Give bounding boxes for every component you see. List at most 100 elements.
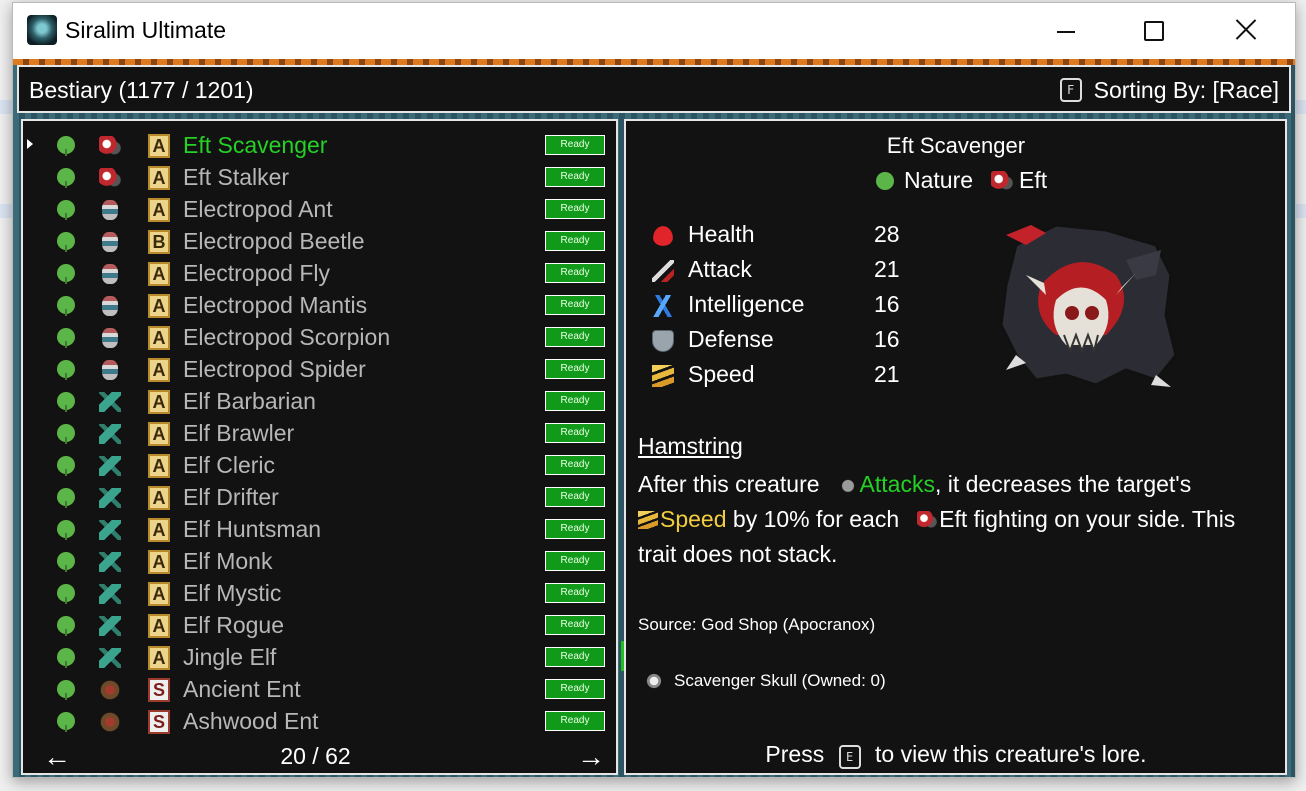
nature-icon (57, 712, 75, 732)
creature-list-item[interactable]: S Ancient Ent Ready (23, 673, 613, 705)
nature-icon (57, 136, 75, 156)
stat-value: 16 (874, 291, 900, 317)
creature-list-item[interactable]: A Eft Scavenger Ready (23, 129, 613, 161)
creature-name: Eft Scavenger (886, 133, 1026, 158)
f-key-icon: F (1059, 77, 1082, 102)
close-button[interactable] (1201, 3, 1293, 59)
creature-name: Ancient Ent (183, 676, 301, 702)
creature-race: Eft (1019, 167, 1048, 193)
creature-name: Elf Mystic (183, 580, 282, 606)
creature-name: Elf Cleric (183, 452, 276, 478)
nature-icon (57, 232, 75, 252)
creature-list-item[interactable]: A Elf Monk Ready (23, 545, 613, 577)
game-area: Bestiary (1177 / 1201) F Sorting By: [Ra… (13, 59, 1295, 777)
ent-race-icon (99, 712, 121, 732)
lore-press: Press (765, 741, 825, 767)
status-badge: Ready (545, 295, 605, 315)
maximize-button[interactable] (1107, 3, 1199, 59)
creature-list-item[interactable]: A Elf Barbarian Ready (23, 385, 613, 417)
creature-list-item[interactable]: S Ashwood Ent Ready (23, 705, 613, 737)
nature-icon (57, 360, 75, 380)
stat-health: Health 28 (652, 221, 912, 251)
electro-race-icon (102, 360, 118, 380)
eft-race-icon (991, 170, 1014, 191)
creature-name: Elf Drifter (183, 484, 279, 510)
next-page-arrow[interactable]: → (577, 741, 605, 773)
page-indicator: 20 / 62 (280, 743, 351, 769)
rank-badge: A (148, 486, 170, 510)
rank-badge: A (148, 422, 170, 446)
creature-list-item[interactable]: B Electropod Beetle Ready (23, 225, 613, 257)
elf-race-icon (99, 616, 121, 636)
rank-badge: A (148, 454, 170, 478)
nature-icon (57, 456, 75, 476)
rank-badge: A (148, 198, 170, 222)
elf-race-icon (99, 392, 121, 412)
creature-list-item[interactable]: A Elf Brawler Ready (23, 417, 613, 449)
creature-list-item[interactable]: A Electropod Fly Ready (23, 257, 613, 289)
creature-name: Electropod Scorpion (183, 324, 391, 350)
creature-name: Eft Scavenger (183, 132, 328, 158)
sort-label: Sorting By: [Race] (1093, 77, 1279, 103)
rank-badge: A (148, 134, 170, 158)
elf-race-icon (99, 520, 121, 540)
creature-list-item[interactable]: A Electropod Spider Ready (23, 353, 613, 385)
nature-icon (57, 648, 75, 668)
trait-keyword-speed: Speed (660, 506, 727, 532)
rank-badge: A (148, 390, 170, 414)
creature-list-item[interactable]: A Elf Cleric Ready (23, 449, 613, 481)
creature-list-item[interactable]: A Elf Mystic Ready (23, 577, 613, 609)
creature-name: Electropod Beetle (183, 228, 365, 254)
status-badge: Ready (545, 551, 605, 571)
nature-icon (876, 171, 894, 190)
rank-badge: A (148, 518, 170, 542)
creature-list-item[interactable]: A Electropod Mantis Ready (23, 289, 613, 321)
item-label: Scavenger Skull (Owned: 0) (674, 671, 886, 690)
skull-icon (646, 673, 662, 689)
creature-list-item[interactable]: A Elf Drifter Ready (23, 481, 613, 513)
rank-badge: S (148, 710, 170, 734)
creature-name: Jingle Elf (183, 644, 277, 670)
creature-list-item[interactable]: A Electropod Scorpion Ready (23, 321, 613, 353)
shield-icon (652, 330, 674, 352)
creature-name: Elf Rogue (183, 612, 285, 638)
trait-keyword-attacks: Attacks (859, 471, 935, 497)
material-item: Scavenger Skull (Owned: 0) (646, 671, 886, 691)
creature-name: Elf Monk (183, 548, 273, 574)
stat-value: 16 (874, 326, 900, 352)
status-badge: Ready (545, 167, 605, 187)
trait-text: , it decreases the target's (934, 471, 1192, 497)
creature-list-item[interactable]: A Electropod Ant Ready (23, 193, 613, 225)
status-badge: Ready (545, 647, 605, 667)
eft-race-icon (99, 168, 121, 188)
stat-label: Speed (688, 361, 755, 387)
elf-race-icon (99, 648, 121, 668)
bestiary-title: Bestiary (1177 / 1201) (29, 77, 254, 103)
e-key-icon[interactable]: E (838, 745, 861, 769)
electro-race-icon (102, 328, 118, 348)
nature-icon (57, 552, 75, 572)
eft-race-icon (99, 136, 121, 156)
rank-badge: A (148, 326, 170, 350)
stat-value: 21 (874, 361, 900, 387)
minimize-button[interactable] (1019, 3, 1111, 59)
creature-list-item[interactable]: A Elf Huntsman Ready (23, 513, 613, 545)
wing-icon (652, 365, 674, 387)
lightning-icon (652, 295, 674, 317)
electro-race-icon (102, 264, 118, 284)
creature-name: Electropod Mantis (183, 292, 368, 318)
app-icon (27, 15, 57, 45)
sort-control[interactable]: F Sorting By: [Race] (1059, 77, 1279, 104)
electro-race-icon (102, 200, 118, 220)
rank-badge: A (148, 614, 170, 638)
creature-list-panel: A Eft Scavenger Ready A Eft Stalker Ready A Ele… (21, 119, 626, 775)
lore-text: to view this creature's lore. (875, 741, 1147, 767)
status-badge: Ready (545, 391, 605, 411)
creature-source: Source: God Shop (Apocranox) (638, 615, 876, 634)
creature-name: Electropod Spider (183, 356, 366, 382)
nature-icon (57, 392, 75, 412)
creature-list-item[interactable]: A Jingle Elf Ready (23, 641, 613, 673)
creature-list-item[interactable]: A Eft Stalker Ready (23, 161, 613, 193)
creature-list-item[interactable]: A Elf Rogue Ready (23, 609, 613, 641)
status-badge: Ready (545, 711, 605, 731)
